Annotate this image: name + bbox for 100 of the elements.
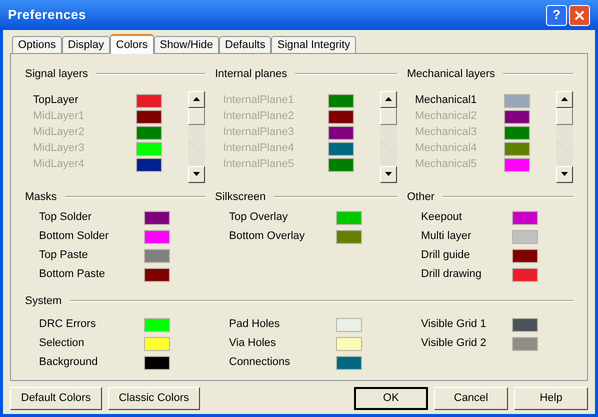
layer-name: InternalPlane5 [223, 157, 294, 172]
color-label: DRC Errors [39, 317, 96, 332]
color-swatch[interactable] [144, 248, 170, 262]
tab[interactable]: Display [62, 36, 110, 53]
color-swatch[interactable] [136, 110, 162, 124]
color-swatch[interactable] [504, 126, 530, 140]
up-arrow-icon [193, 97, 200, 101]
color-swatch[interactable] [336, 318, 362, 332]
color-swatch[interactable] [512, 318, 538, 332]
scroll-thumb[interactable] [188, 108, 205, 124]
color-label: Top Solder [39, 210, 92, 226]
dialog-button[interactable]: Cancel [434, 387, 508, 410]
down-arrow-icon [385, 172, 392, 176]
window-title: Preferences [8, 6, 88, 24]
dialog-button[interactable]: OK [354, 387, 428, 410]
down-arrow-icon [561, 172, 568, 176]
color-swatch[interactable] [144, 268, 170, 282]
color-label: Visible Grid 1 [421, 317, 486, 332]
color-label: Top Paste [39, 248, 88, 264]
color-swatch[interactable] [136, 126, 162, 140]
color-swatch[interactable] [328, 110, 354, 124]
help-button[interactable]: ? [546, 4, 567, 26]
color-label: Drill guide [421, 248, 470, 264]
scroll-thumb[interactable] [380, 108, 397, 124]
down-arrow-icon [193, 172, 200, 176]
layer-name: MidLayer2 [33, 125, 84, 140]
up-arrow-icon [561, 97, 568, 101]
color-swatch[interactable] [144, 230, 170, 244]
color-swatch[interactable] [144, 318, 170, 332]
color-swatch[interactable] [144, 210, 170, 224]
layer-name: Mechanical4 [415, 141, 477, 156]
color-swatch[interactable] [504, 158, 530, 172]
color-swatch[interactable] [504, 142, 530, 156]
color-label: Bottom Solder [39, 229, 109, 244]
color-label: Background [39, 355, 98, 370]
section-heading: Signal layers [25, 67, 88, 82]
close-button[interactable] [569, 4, 590, 26]
layer-name: InternalPlane3 [223, 125, 294, 140]
scroll-bar[interactable] [380, 90, 397, 182]
color-label: Visible Grid 2 [421, 336, 486, 352]
color-label: Top Overlay [229, 210, 288, 226]
color-swatch[interactable] [144, 356, 170, 370]
color-label: Multi layer [421, 229, 472, 244]
action-button[interactable]: Classic Colors [108, 387, 200, 410]
tab[interactable]: Colors [110, 34, 154, 54]
color-swatch[interactable] [512, 268, 538, 282]
color-label: Drill drawing [421, 267, 482, 282]
color-label: Connections [229, 355, 290, 370]
action-button[interactable]: Default Colors [10, 387, 102, 410]
scroll-bar[interactable] [556, 90, 573, 182]
color-swatch[interactable] [336, 210, 362, 224]
color-swatch[interactable] [328, 158, 354, 172]
layer-name: MidLayer1 [33, 109, 84, 124]
color-swatch[interactable] [136, 158, 162, 172]
layer-name: Mechanical5 [415, 157, 477, 172]
section-heading: Other [407, 190, 435, 204]
section-heading: Silkscreen [215, 190, 266, 204]
color-swatch[interactable] [512, 210, 538, 224]
layer-name: InternalPlane2 [223, 109, 294, 124]
tab[interactable]: Show/Hide [154, 36, 219, 53]
layer-name: InternalPlane4 [223, 141, 294, 156]
color-label: Pad Holes [229, 317, 280, 332]
section-heading: Masks [25, 190, 57, 204]
color-swatch[interactable] [512, 230, 538, 244]
color-swatch[interactable] [336, 336, 362, 350]
layer-name: Mechanical1 [415, 93, 477, 108]
color-label: Keepout [421, 210, 462, 226]
section-heading: System [25, 294, 62, 308]
layer-name: MidLayer3 [33, 141, 84, 156]
dialog-button[interactable]: Help [514, 387, 588, 410]
section-heading: Internal planes [215, 67, 288, 82]
color-swatch[interactable] [336, 230, 362, 244]
color-swatch[interactable] [336, 356, 362, 370]
color-swatch[interactable] [328, 142, 354, 156]
tab[interactable]: Signal Integrity [271, 36, 356, 53]
color-swatch[interactable] [144, 336, 170, 350]
color-label: Bottom Paste [39, 267, 106, 282]
tab[interactable]: Defaults [219, 36, 272, 53]
layer-name: InternalPlane1 [223, 93, 294, 108]
scroll-thumb[interactable] [556, 108, 573, 124]
color-label: Selection [39, 336, 84, 352]
color-swatch[interactable] [328, 126, 354, 140]
color-swatch[interactable] [328, 94, 354, 108]
color-label: Bottom Overlay [229, 229, 305, 244]
scroll-bar[interactable] [188, 90, 205, 182]
tab[interactable]: Options [12, 36, 62, 53]
color-swatch[interactable] [504, 94, 530, 108]
color-swatch[interactable] [136, 94, 162, 108]
color-swatch[interactable] [136, 142, 162, 156]
layer-name: Mechanical2 [415, 109, 477, 124]
up-arrow-icon [385, 97, 392, 101]
color-swatch[interactable] [512, 248, 538, 262]
color-label: Via Holes [229, 336, 276, 352]
close-icon [574, 10, 585, 20]
color-swatch[interactable] [512, 336, 538, 350]
layer-name: TopLayer [33, 93, 78, 108]
color-swatch[interactable] [504, 110, 530, 124]
layer-name: Mechanical3 [415, 125, 477, 140]
layer-name: MidLayer4 [33, 157, 84, 172]
section-heading: Mechanical layers [407, 67, 496, 82]
